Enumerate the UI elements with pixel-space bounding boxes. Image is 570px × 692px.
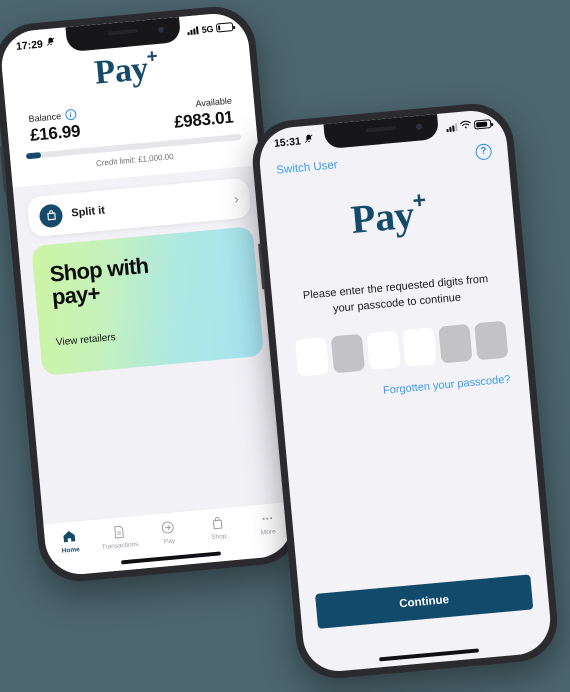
bottom-tab-bar: Home Transactions Pay Shop More	[43, 500, 296, 578]
wifi-icon	[460, 119, 472, 132]
tab-home-label: Home	[61, 546, 81, 555]
tab-transactions[interactable]: Transactions	[93, 522, 145, 551]
status-right-home: 5G	[187, 22, 234, 36]
passcode-digit-1[interactable]	[294, 336, 329, 377]
shopping-bag-icon	[38, 202, 64, 228]
arrow-circle-icon	[160, 519, 176, 535]
split-it-label: Split it	[70, 204, 106, 220]
tab-transactions-label: Transactions	[101, 540, 139, 552]
ellipsis-icon	[259, 510, 275, 526]
forgotten-passcode-link[interactable]: Forgotten your passcode?	[299, 373, 511, 404]
network-label: 5G	[201, 23, 214, 35]
scene: 17:29 5G Pay+ Balance i £16.99 Available…	[0, 0, 570, 692]
balance-amount: £16.99	[29, 121, 82, 145]
bell-slash-icon	[303, 133, 314, 147]
phone-passcode-screen: 15:31 Switch User ? Pay+ Please enter th…	[249, 100, 561, 682]
signal-bars-icon	[187, 25, 200, 35]
tab-more-label: More	[260, 528, 276, 537]
status-right-passcode	[446, 118, 492, 134]
bag-icon	[209, 515, 225, 531]
battery-low-icon	[215, 22, 234, 33]
tab-shop[interactable]: Shop	[192, 513, 244, 542]
phone-home-display: 17:29 5G Pay+ Balance i £16.99 Available…	[0, 10, 296, 578]
shop-promo-card[interactable]: Shop with pay+ View retailers	[31, 226, 265, 376]
promo-title-line1: Shop with	[48, 252, 150, 287]
credit-limit-text: Credit limit: £1,000.00	[95, 152, 174, 169]
chevron-right-icon: ›	[233, 190, 240, 207]
tab-home[interactable]: Home	[44, 527, 96, 556]
passcode-digit-5	[437, 323, 473, 364]
passcode-instruction: Please enter the requested digits from y…	[302, 273, 489, 316]
document-icon	[111, 524, 127, 540]
tab-shop-label: Shop	[211, 532, 227, 542]
logo-text: Pay	[92, 50, 150, 92]
status-time: 15:31	[273, 134, 302, 150]
logo-plus: +	[411, 186, 428, 214]
tab-pay-label: Pay	[163, 537, 176, 546]
balance-label: Balance	[28, 110, 62, 124]
logo-text: Pay	[349, 191, 416, 243]
available-label: Available	[195, 95, 233, 109]
credit-progress-fill	[25, 152, 42, 160]
payplus-logo: Pay+	[264, 186, 515, 248]
promo-title-line2: pay+	[50, 280, 101, 310]
continue-button[interactable]: Continue	[315, 574, 534, 629]
battery-icon	[473, 119, 492, 130]
payplus-logo-mark: Pay+	[92, 46, 160, 92]
available-block: Available £983.01	[172, 96, 234, 133]
home-indicator-bar[interactable]	[379, 648, 479, 662]
signal-bars-icon	[446, 122, 458, 132]
status-time: 17:29	[15, 37, 44, 53]
info-icon[interactable]: i	[64, 108, 77, 121]
status-left-home: 17:29	[15, 36, 56, 53]
available-amount: £983.01	[173, 107, 235, 132]
passcode-digit-4[interactable]	[401, 327, 437, 367]
question-mark-circle-icon[interactable]: ?	[474, 143, 493, 161]
passcode-digit-row	[276, 319, 526, 378]
tab-pay[interactable]: Pay	[143, 518, 195, 547]
passcode-digit-6	[473, 320, 508, 361]
home-icon	[61, 528, 77, 544]
passcode-digit-2	[330, 333, 365, 374]
logo-plus: +	[145, 46, 159, 69]
balance-block: Balance i £16.99	[28, 108, 81, 145]
status-left-passcode: 15:31	[273, 133, 314, 150]
promo-title: Shop with pay+	[48, 248, 213, 310]
bell-slash-icon	[45, 36, 56, 50]
switch-user-link[interactable]: Switch User	[276, 159, 338, 177]
passcode-digit-3[interactable]	[366, 330, 401, 371]
phone-passcode-display: 15:31 Switch User ? Pay+ Please enter th…	[256, 107, 554, 675]
payplus-logo-mark: Pay+	[349, 186, 429, 243]
phone-home-screen: 17:29 5G Pay+ Balance i £16.99 Available…	[0, 3, 303, 585]
view-retailers-link[interactable]: View retailers	[56, 332, 117, 348]
